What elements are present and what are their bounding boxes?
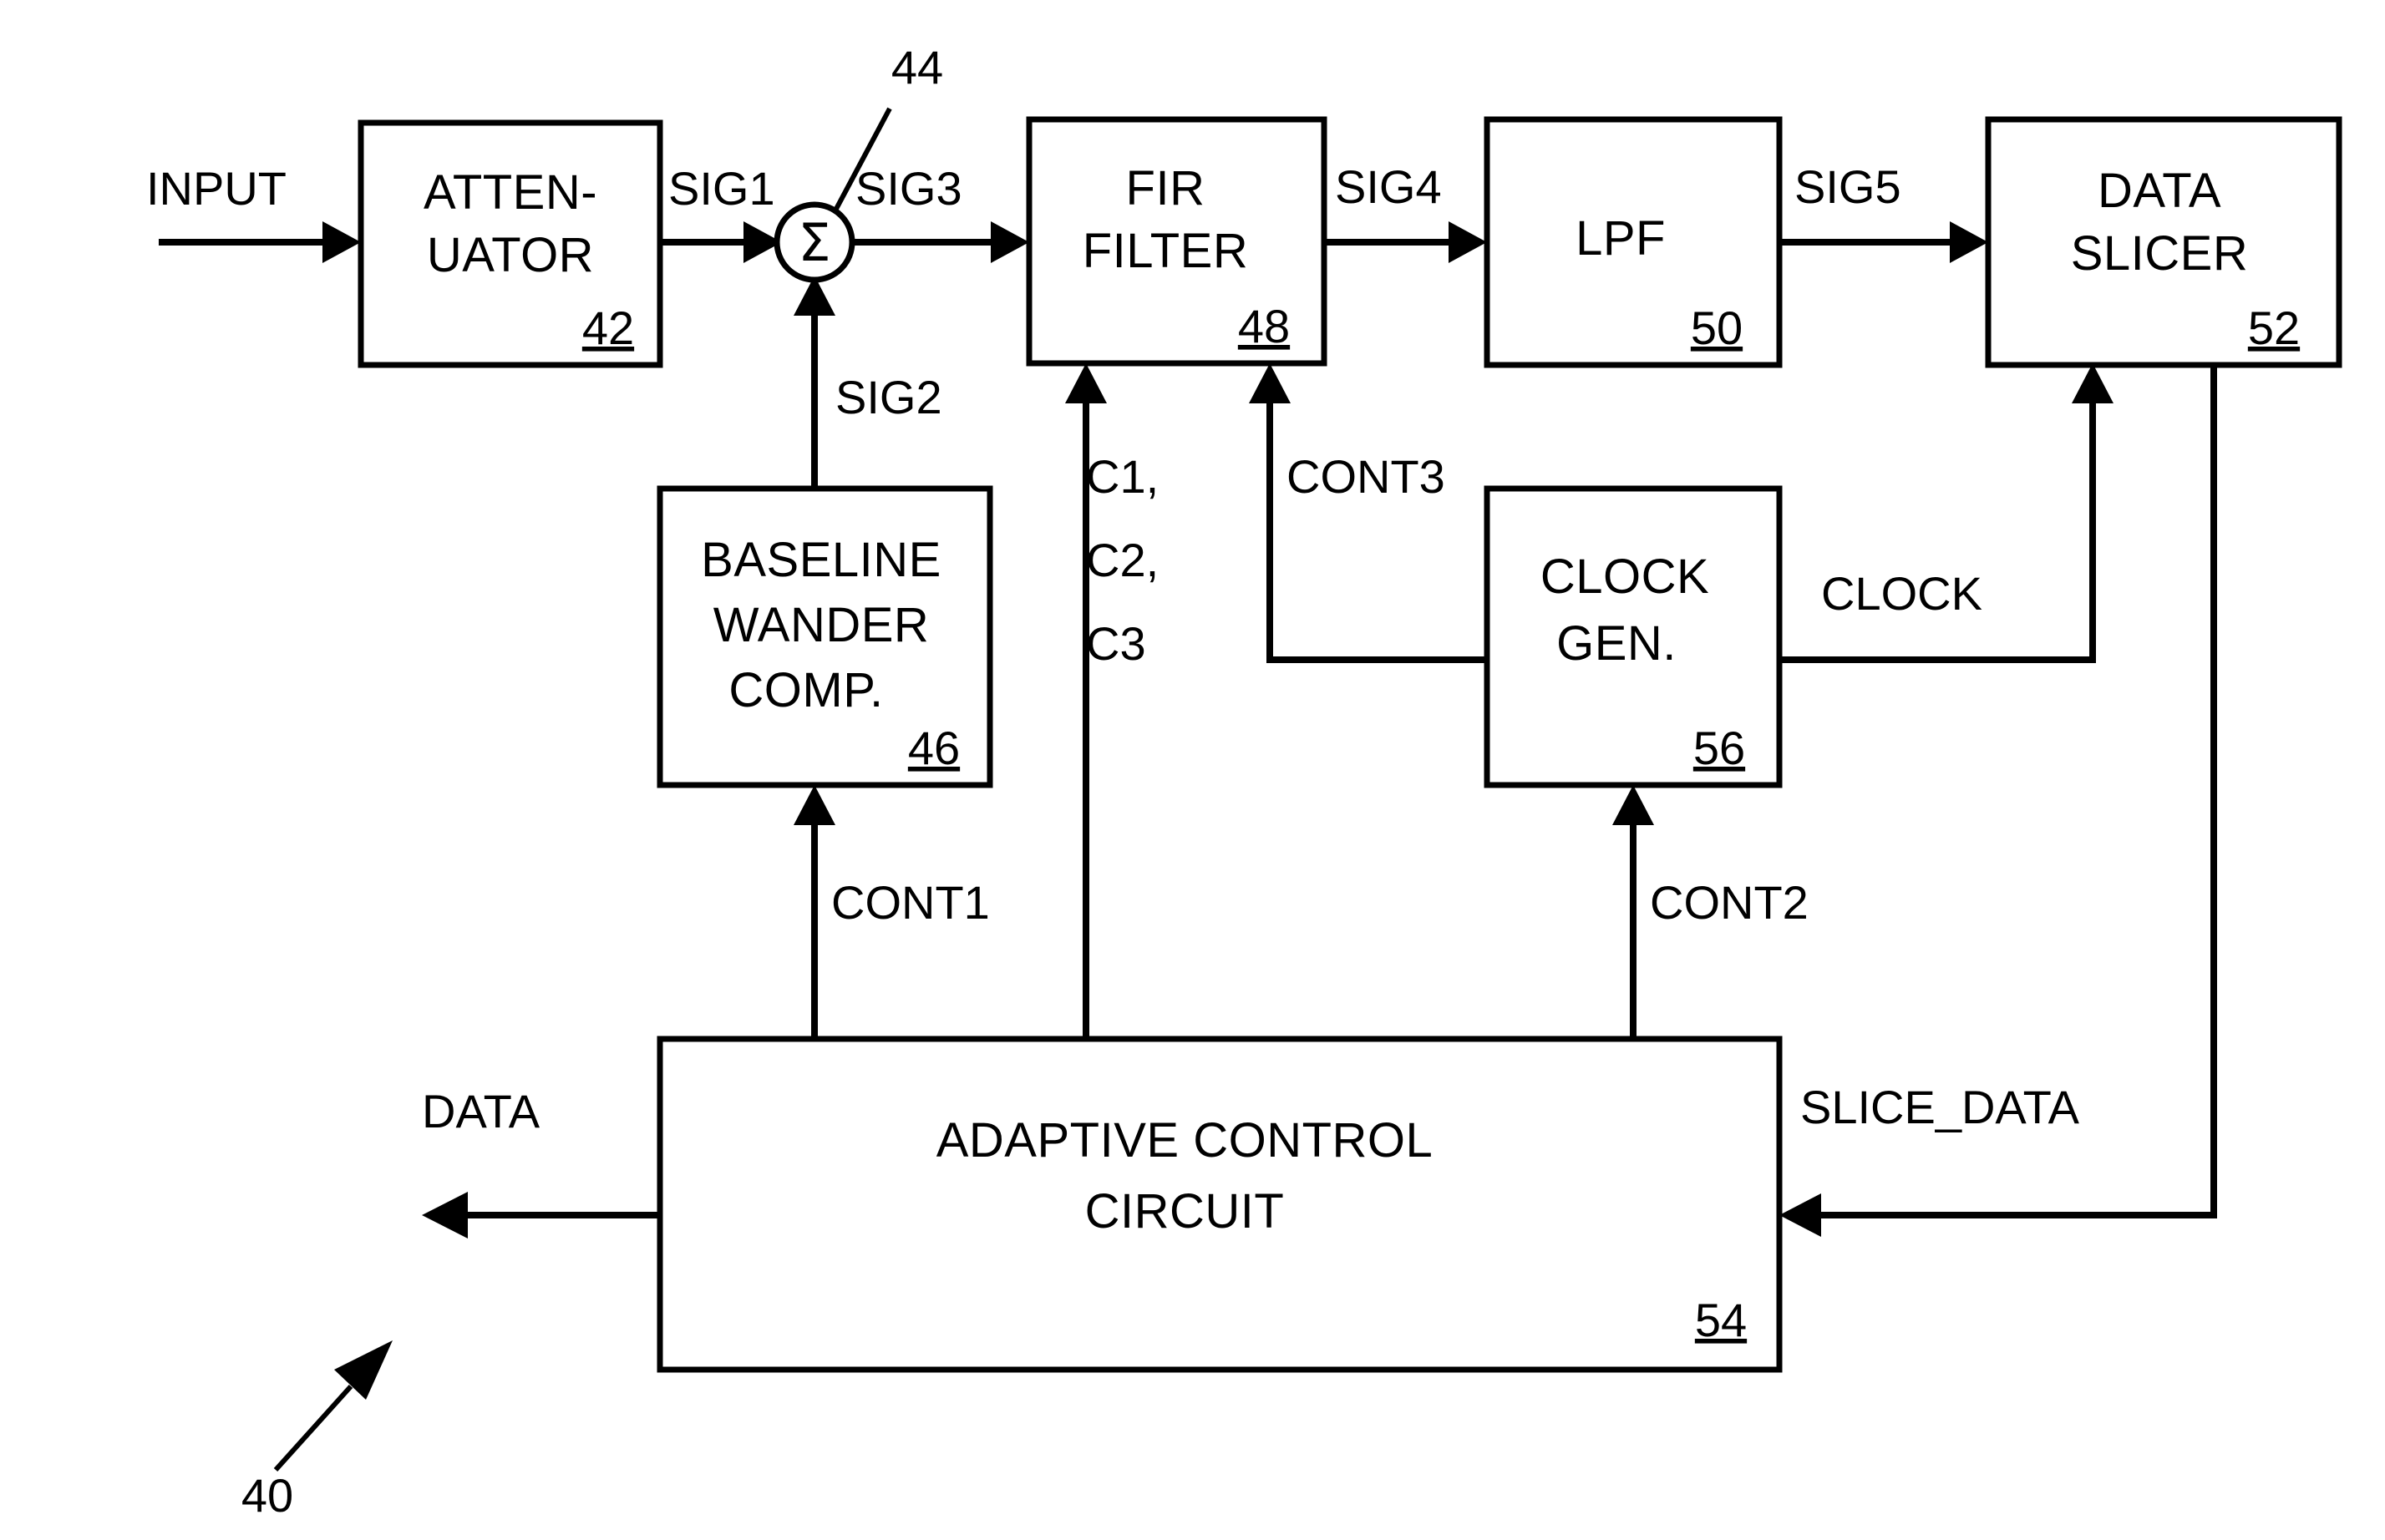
label-sig3: SIG3 [855,162,962,215]
label-cont3: CONT3 [1286,450,1445,503]
clock-gen-label-line1: CLOCK [1540,550,1709,604]
bwc-label-line3: COMP. [728,663,883,717]
label-sig2: SIG2 [835,371,942,423]
attenuator-label-line1: ATTEN- [424,165,597,220]
data-slicer-label-line2: SLICER [2071,226,2249,281]
arrowhead-clock [2072,363,2114,403]
arrowhead-input-to-attenuator [322,221,361,263]
label-c2: C2, [1086,534,1159,586]
sigma-symbol: Σ [798,212,830,273]
arrowhead-coefficients [1065,363,1107,403]
bwc-ref-number: 46 [908,722,960,774]
arrowhead-sig3 [991,221,1029,263]
label-clock: CLOCK [1821,567,1982,620]
label-sig4: SIG4 [1335,160,1442,213]
fir-filter-ref-number: 48 [1238,300,1290,352]
lpf-label: LPF [1576,211,1666,266]
fir-filter-label-line2: FILTER [1083,224,1249,278]
diagram-canvas: Σ ATTEN- UATOR 42 FIR FILTER 48 LPF 50 D… [146,41,2342,1522]
arrowhead-sig4 [1449,221,1487,263]
acc-label-line2: CIRCUIT [1085,1184,1285,1239]
label-input: INPUT [146,162,287,215]
label-c1: C1, [1086,450,1159,503]
leader-line-40 [273,1384,353,1472]
arrowhead-cont3 [1249,363,1291,403]
label-sig5: SIG5 [1794,160,1901,213]
wire-cont3 [1266,398,1487,663]
figure-ref-number: 40 [241,1469,293,1522]
label-sig1: SIG1 [668,162,775,215]
arrowhead-cont1 [794,785,835,825]
patent-block-diagram: Σ ATTEN- UATOR 42 FIR FILTER 48 LPF 50 D… [0,0,2385,1540]
sum-ref-number: 44 [891,41,943,94]
data-slicer-ref-number: 52 [2248,301,2300,354]
attenuator-label-line2: UATOR [427,228,594,282]
label-data-out: DATA [422,1085,540,1137]
clock-gen-ref-number: 56 [1693,722,1745,774]
arrowhead-sig5 [1950,221,1988,263]
label-cont1: CONT1 [831,876,990,929]
wire-clock [1779,398,2096,663]
arrowhead-slice-data [1779,1193,1821,1237]
bwc-label-line2: WANDER [713,598,930,652]
arrowhead-cont2 [1612,785,1654,825]
lpf-ref-number: 50 [1691,301,1743,354]
attenuator-ref-number: 42 [582,301,634,354]
clock-gen-label-line2: GEN. [1556,616,1677,671]
bwc-label-line1: BASELINE [701,533,941,587]
label-c3: C3 [1086,617,1146,670]
acc-label-line1: ADAPTIVE CONTROL [936,1113,1434,1168]
arrowhead-40 [334,1340,393,1400]
arrowhead-data-out [422,1192,468,1239]
data-slicer-label-line1: DATA [2098,164,2221,218]
label-slice-data: SLICE_DATA [1800,1081,2080,1133]
label-cont2: CONT2 [1650,876,1809,929]
acc-ref-number: 54 [1695,1294,1747,1346]
fir-filter-label-line1: FIR [1126,161,1205,215]
